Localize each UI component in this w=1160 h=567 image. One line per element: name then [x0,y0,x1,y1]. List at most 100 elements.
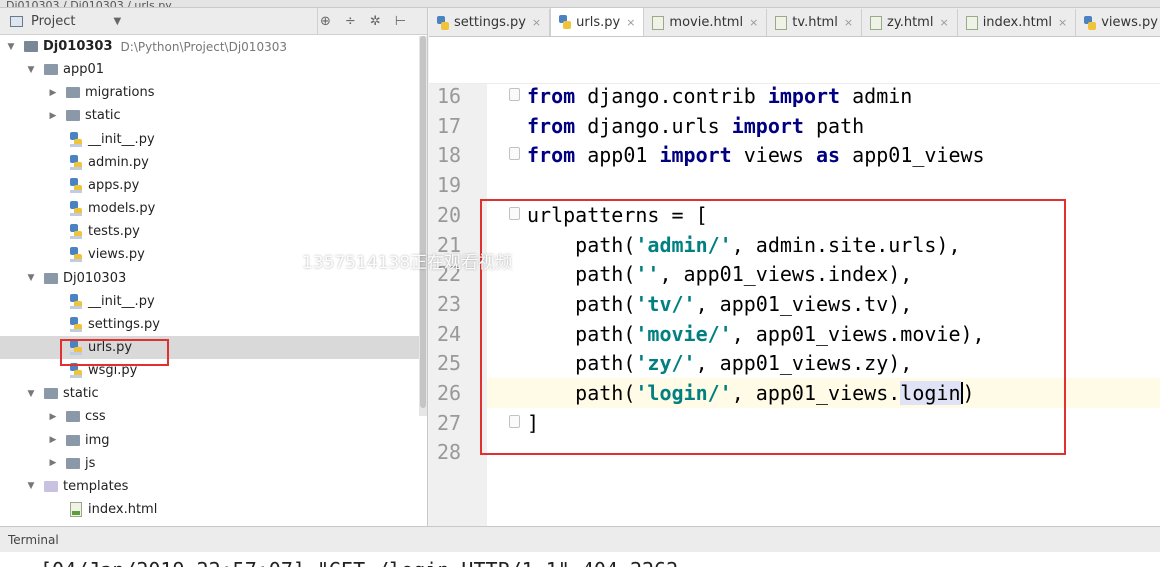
editor-tab[interactable]: zy.html × [862,9,958,36]
tree-item[interactable]: tests.py [0,220,420,243]
code-token: app01 [575,143,660,168]
tree-item[interactable]: ▶ css [0,405,420,428]
code-token: views [731,143,817,168]
python-file-icon [70,177,82,193]
code-token: app01_views [840,143,985,168]
tree-item[interactable]: ▶ js [0,452,420,475]
chevron-down-icon[interactable]: ▼ [113,16,121,27]
html-file-icon [965,15,978,30]
close-icon[interactable]: × [626,16,635,29]
tab-label: zy.html [887,15,934,30]
folder-icon [66,457,80,469]
terminal-header[interactable]: Terminal [0,526,1160,552]
expand-right-icon[interactable]: ▶ [48,88,58,98]
code-line: from django.urls import path [527,114,864,138]
editor-tab[interactable]: index.html × [958,9,1077,36]
expand-down-icon[interactable]: ▼ [26,389,36,399]
expand-down-icon[interactable]: ▼ [26,481,36,491]
editor-tab[interactable]: movie.html × [644,9,768,36]
tree-item[interactable]: ▼ Dj010303 D:\Python\Project\Dj010303 [0,35,420,58]
code-keyword: import [659,143,732,168]
close-icon[interactable]: × [939,16,948,29]
terminal-title: Terminal [8,533,59,547]
tree-item-label: static [85,108,121,124]
settings-icon[interactable]: ✲ [370,14,381,29]
project-scrollbar[interactable] [419,36,427,416]
tree-item[interactable]: index.html [0,498,420,521]
code-keyword: import [731,113,804,138]
hide-icon[interactable]: ⊢ [395,14,406,29]
expand-right-icon[interactable]: ▶ [48,435,58,445]
close-icon[interactable]: × [749,16,758,29]
expand-down-icon[interactable]: ▼ [6,42,16,52]
tree-item-label: migrations [85,85,155,101]
html-file-icon [870,15,883,30]
folder-icon [24,41,38,52]
expand-right-icon[interactable]: ▶ [48,458,58,468]
line-number: 23 [437,291,462,316]
python-file-icon [437,15,449,30]
line-number: 20 [437,202,462,227]
video-watermark: 1357514138正在观看视频 [302,253,513,273]
tree-item-label: settings.py [88,316,160,332]
terminal-output[interactable]: [04/Jan/2019 22:57:07] "GET /login HTTP/… [0,552,1160,567]
tree-item[interactable]: ▶ migrations [0,81,420,104]
expand-down-icon[interactable]: ▼ [26,65,36,75]
tree-item[interactable]: __init__.py [0,128,420,151]
tree-item[interactable]: ▼ static [0,382,420,405]
close-icon[interactable]: × [844,16,853,29]
tree-item-label: Dj010303 [43,39,113,54]
code-token: path [803,113,865,138]
tree-item-label: apps.py [88,177,140,193]
expand-right-icon[interactable]: ▶ [48,412,58,422]
code-token: admin [840,84,913,108]
editor-tab[interactable]: settings.py × [429,9,551,36]
tree-item[interactable]: models.py [0,197,420,220]
folder-icon [44,388,58,400]
editor-tab[interactable]: tv.html × [767,9,863,36]
folder-icon [66,434,80,446]
editor-tab[interactable]: urls.py × [550,8,645,36]
tree-item[interactable]: admin.py [0,151,420,174]
project-view-selector[interactable]: Project ▼ [0,8,318,35]
project-panel-header: Project ▼ ⊕ ÷ ✲ ⊢ [0,8,427,35]
collapse-icon[interactable]: ÷ [345,14,356,29]
tree-item[interactable]: __init__.py [0,290,420,313]
line-number: 24 [437,321,462,346]
tree-item[interactable]: ▼ app01 [0,58,420,81]
tree-item[interactable]: settings.py [0,313,420,336]
expand-right-icon[interactable]: ▶ [48,111,58,121]
tree-item-label: app01 [63,62,105,78]
html-file-icon [652,15,665,30]
close-icon[interactable]: × [532,16,541,29]
tree-item-label: models.py [88,201,156,217]
code-token: django.urls [575,113,732,138]
fold-marker-icon[interactable] [509,147,520,161]
tree-item-label: __init__.py [88,131,155,147]
tree-item[interactable]: ▶ img [0,429,420,452]
python-file-icon [70,247,82,263]
html-file-icon [775,15,788,30]
python-file-icon [70,316,82,332]
code-keyword: from [527,113,576,138]
breadcrumb-text: Dj010303 / Dj010303 / urls.py [6,0,172,8]
tree-item[interactable]: apps.py [0,174,420,197]
fold-marker-icon[interactable] [509,88,520,101]
tree-item-label: static [63,386,99,402]
folder-icon [66,110,80,122]
tab-label: movie.html [669,15,744,30]
project-icon [10,15,23,27]
line-number: 26 [437,381,462,405]
code-keyword: from [527,143,576,168]
scrollbar-thumb[interactable] [420,36,426,408]
editor-toolbar-area [429,37,1160,84]
tree-item[interactable]: ▶ static [0,104,420,127]
annotation-highlight-box [60,339,169,366]
folder-icon [44,272,58,284]
editor-tab[interactable]: views.py [1076,9,1160,36]
close-icon[interactable]: × [1058,16,1067,29]
target-icon[interactable]: ⊕ [320,14,331,29]
terminal-output-line: [04/Jan/2019 22:57:07] "GET /login HTTP/… [40,558,678,567]
expand-down-icon[interactable]: ▼ [26,273,36,283]
tree-item[interactable]: ▼ templates [0,475,420,498]
